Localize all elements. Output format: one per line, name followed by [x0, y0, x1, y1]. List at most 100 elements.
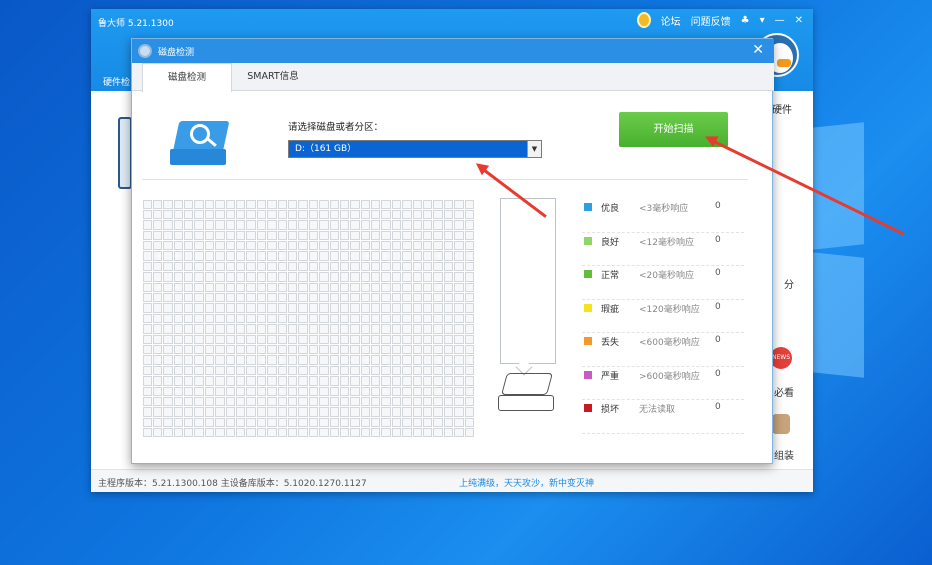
grid-cell	[381, 241, 391, 251]
grid-cell	[142, 313, 152, 324]
grid-cell	[454, 365, 464, 376]
grid-cell	[454, 251, 464, 261]
skin-icon[interactable]: ♣	[741, 15, 750, 26]
grid-cell	[277, 365, 287, 376]
grid-cell	[464, 220, 474, 230]
grid-cell	[204, 230, 215, 241]
grid-cell	[163, 407, 173, 417]
person-icon[interactable]	[772, 414, 790, 434]
grid-cell	[204, 365, 215, 376]
grid-cell	[215, 313, 225, 324]
grid-cell	[443, 407, 454, 417]
grid-cell	[236, 386, 246, 396]
grid-cell	[215, 386, 225, 396]
grid-cell	[402, 220, 412, 230]
tab-disk-check[interactable]: 磁盘检测	[142, 63, 232, 92]
grid-cell	[277, 417, 287, 428]
grid-cell	[246, 324, 256, 334]
grid-cell	[163, 230, 173, 241]
legend-count: 0	[715, 335, 721, 345]
right-item-assemble[interactable]: 组装	[774, 447, 794, 462]
tab-smart-info[interactable]: SMART信息	[232, 63, 314, 91]
forum-link[interactable]: 论坛	[661, 13, 681, 28]
grid-cell	[319, 334, 329, 344]
windows-logo	[812, 122, 932, 405]
grid-cell	[215, 282, 225, 293]
grid-cell	[236, 261, 246, 272]
grid-cell	[412, 303, 423, 313]
right-item-score[interactable]: 分	[784, 276, 794, 291]
progress-bubble	[500, 198, 556, 364]
grid-cell	[412, 293, 423, 303]
grid-cell	[454, 396, 464, 407]
grid-cell	[350, 241, 360, 251]
grid-cell	[298, 199, 308, 209]
grid-cell	[454, 417, 464, 428]
disk-check-icon	[138, 44, 152, 58]
grid-cell	[236, 303, 246, 313]
grid-cell	[391, 199, 402, 209]
grid-cell	[381, 396, 391, 407]
legend-name: 优良	[601, 204, 620, 214]
legend-count: 0	[715, 402, 721, 412]
grid-cell	[443, 251, 454, 261]
medal-icon[interactable]	[636, 12, 651, 28]
grid-cell	[371, 355, 381, 365]
grid-cell	[339, 230, 350, 241]
right-item-hardware[interactable]: 硬件	[772, 101, 792, 116]
grid-cell	[163, 261, 173, 272]
legend-name: 瑕疵	[601, 304, 620, 315]
grid-cell	[360, 355, 371, 365]
close-icon[interactable]: ✕	[795, 15, 803, 26]
minimize-icon[interactable]: —	[775, 15, 785, 26]
feedback-link[interactable]: 问题反馈	[691, 13, 731, 28]
dialog-close-icon[interactable]: ✕	[752, 42, 764, 58]
grid-cell	[402, 251, 412, 261]
grid-cell	[329, 272, 339, 282]
grid-cell	[267, 293, 277, 303]
chevron-down-icon[interactable]: ▼	[527, 141, 541, 157]
promo-link[interactable]: 上纯满级，天天攻沙，新中变灭神	[459, 476, 594, 489]
grid-cell	[454, 261, 464, 272]
grid-cell	[152, 386, 163, 396]
legend-name: 良好	[601, 237, 620, 248]
disk-select[interactable]: D:（161 GB） ▼	[288, 140, 542, 158]
menu-icon[interactable]: ▾	[760, 15, 765, 26]
grid-cell	[371, 209, 381, 220]
grid-cell	[412, 396, 423, 407]
grid-cell	[381, 355, 391, 365]
grid-cell	[246, 272, 256, 282]
grid-cell	[225, 293, 236, 303]
grid-cell	[267, 220, 277, 230]
right-item-must-see[interactable]: 必看	[774, 384, 794, 399]
grid-cell	[236, 417, 246, 428]
grid-cell	[329, 313, 339, 324]
grid-cell	[464, 334, 474, 344]
grid-cell	[184, 324, 194, 334]
grid-cell	[152, 209, 163, 220]
grid-cell	[319, 251, 329, 261]
grid-cell	[381, 293, 391, 303]
grid-cell	[308, 376, 319, 386]
grid-cell	[464, 396, 474, 407]
grid-cell	[184, 407, 194, 417]
news-icon[interactable]: NEWS	[770, 347, 792, 369]
grid-cell	[433, 251, 443, 261]
grid-cell	[308, 251, 319, 261]
grid-cell	[298, 303, 308, 313]
grid-cell	[350, 313, 360, 324]
grid-cell	[184, 313, 194, 324]
grid-cell	[163, 355, 173, 365]
grid-cell	[443, 220, 454, 230]
grid-cell	[246, 407, 256, 417]
grid-cell	[152, 303, 163, 313]
grid-cell	[194, 282, 204, 293]
grid-cell	[454, 220, 464, 230]
grid-cell	[142, 355, 152, 365]
grid-cell	[454, 344, 464, 355]
grid-cell	[204, 396, 215, 407]
grid-cell	[319, 428, 329, 438]
grid-cell	[173, 303, 184, 313]
hardware-check-label[interactable]: 硬件检	[103, 75, 130, 88]
grid-cell	[308, 324, 319, 334]
